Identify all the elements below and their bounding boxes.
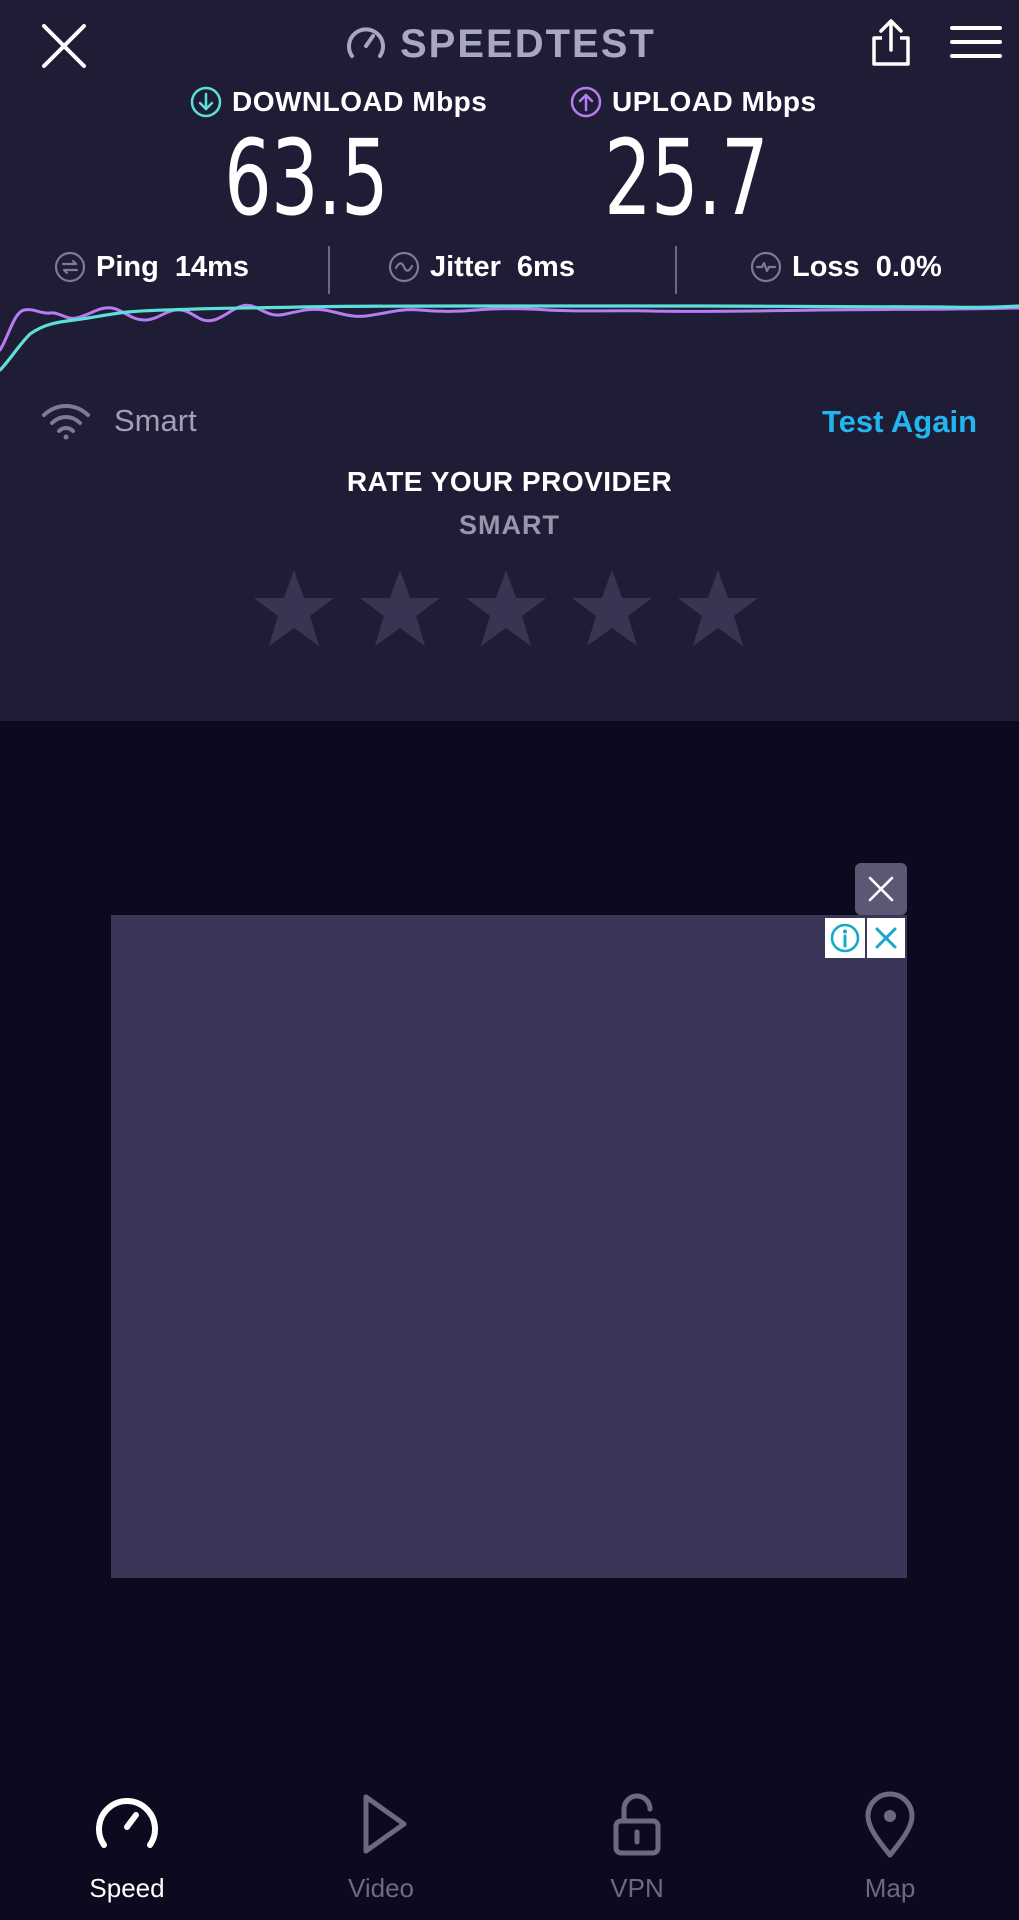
rate-provider-title: RATE YOUR PROVIDER (346, 466, 673, 497)
nav-video[interactable]: Video (301, 1775, 461, 1905)
network-info: Smart (40, 398, 197, 444)
star-icon-1[interactable] (252, 568, 336, 648)
rating-stars (252, 568, 760, 648)
download-label: DOWNLOAD Mbps (232, 86, 488, 117)
star-icon-4[interactable] (570, 568, 654, 648)
info-icon (830, 923, 860, 953)
download-arrow-icon (190, 86, 222, 118)
rate-provider-name: SMART (459, 510, 560, 540)
ping-value: 14ms (174, 250, 250, 283)
speedometer-icon (96, 1798, 158, 1848)
loss-value: 0.0% (875, 250, 942, 283)
jitter-icon (388, 251, 420, 283)
logo-text: SPEEDTEST (400, 21, 656, 66)
network-name: Smart (114, 403, 197, 438)
nav-label-vpn: VPN (610, 1873, 664, 1903)
jitter-label: Jitter (430, 250, 501, 283)
nav-label-speed: Speed (89, 1873, 165, 1903)
bottom-nav: Speed Video VPN Map (0, 1775, 1019, 1920)
star-icon-3[interactable] (464, 568, 548, 648)
star-icon-2[interactable] (358, 568, 442, 648)
ping-stat: Ping 14ms (54, 246, 249, 288)
speedtest-logo: SPEEDTEST (344, 18, 656, 70)
test-again-button[interactable]: Test Again (822, 400, 977, 444)
share-button[interactable] (866, 18, 916, 68)
close-icon (42, 24, 86, 68)
download-value: 63.5 (224, 117, 389, 239)
map-pin-icon (865, 1791, 915, 1858)
ad-info-button[interactable] (825, 918, 865, 958)
upload-value: 25.7 (604, 117, 769, 239)
star-icon-5[interactable] (676, 568, 760, 648)
upload-arrow-icon (570, 86, 602, 118)
download-heading: DOWNLOAD Mbps (190, 82, 487, 122)
close-button[interactable] (38, 20, 90, 72)
close-icon (868, 876, 894, 902)
menu-button[interactable] (950, 22, 1002, 62)
loss-icon (750, 251, 782, 283)
ad-banner[interactable] (111, 915, 907, 1578)
share-icon (872, 19, 910, 66)
nav-label-map: Map (864, 1873, 916, 1903)
ad-dismiss-button[interactable] (865, 918, 905, 958)
gauge-icon (347, 27, 385, 58)
hamburger-menu-icon (950, 26, 1002, 58)
unlock-icon (613, 1793, 661, 1856)
wifi-icon (42, 404, 90, 440)
loss-label: Loss (792, 250, 860, 283)
ping-icon (54, 251, 86, 283)
nav-label-video: Video (347, 1873, 415, 1903)
ad-close-button[interactable] (855, 863, 907, 915)
upload-heading: UPLOAD Mbps (570, 82, 817, 122)
jitter-value: 6ms (516, 250, 575, 283)
ping-label: Ping (96, 250, 159, 283)
speed-graph (0, 303, 1019, 372)
adchoices-badge (825, 918, 905, 958)
close-icon (875, 927, 897, 949)
download-graph-line (0, 304, 1019, 372)
stat-divider (328, 246, 330, 294)
loss-stat: Loss 0.0% (750, 246, 942, 288)
upload-label: UPLOAD Mbps (612, 86, 817, 117)
nav-map[interactable]: Map (810, 1775, 970, 1905)
nav-vpn[interactable]: VPN (557, 1775, 717, 1905)
speedtest-app: SPEEDTEST DOWNLOAD Mbps UPLOAD Mbps 63.5… (0, 0, 1019, 1920)
play-icon (363, 1794, 407, 1854)
stat-divider (675, 246, 677, 294)
results-panel: SPEEDTEST DOWNLOAD Mbps UPLOAD Mbps 63.5… (0, 0, 1019, 721)
jitter-stat: Jitter 6ms (388, 246, 575, 288)
nav-speed[interactable]: Speed (47, 1775, 207, 1905)
